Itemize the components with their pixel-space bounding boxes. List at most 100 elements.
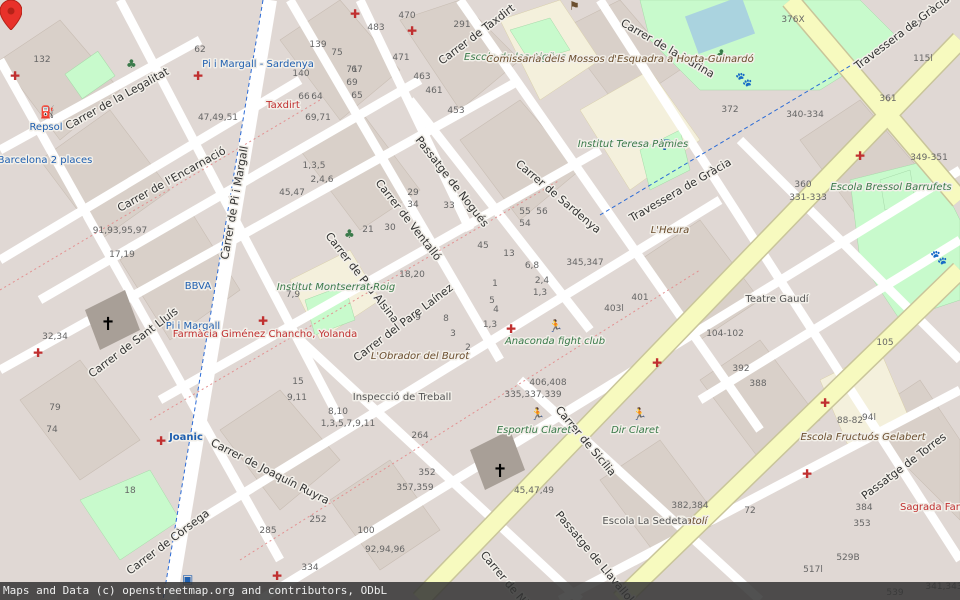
poi-label-sagrada-familia: Sagrada Família bbox=[900, 501, 960, 513]
house-number: 345,347 bbox=[566, 258, 603, 268]
house-number: 5 bbox=[489, 296, 495, 306]
pharmacy-icon: ✚ bbox=[193, 69, 203, 83]
location-marker[interactable] bbox=[0, 0, 22, 30]
house-number: 470 bbox=[398, 11, 415, 21]
house-number: 65 bbox=[351, 91, 362, 101]
pharmacy-icon: ✚ bbox=[802, 467, 812, 481]
house-number: 403l bbox=[604, 304, 624, 314]
fitness-icon: 🏃 bbox=[548, 319, 563, 333]
house-number: 382,384 bbox=[671, 501, 708, 511]
house-number: 376X bbox=[781, 15, 804, 25]
poi-label-endolla: Endolla Barcelona 2 places bbox=[0, 155, 92, 166]
house-number: 1,3,5,7,9,11 bbox=[321, 419, 375, 429]
house-number: 74 bbox=[46, 425, 58, 435]
house-number: 15 bbox=[292, 377, 303, 387]
police-icon: ⚑ bbox=[569, 0, 580, 13]
house-number: 18 bbox=[124, 486, 136, 496]
house-number: 2 bbox=[465, 343, 471, 353]
house-number: 72 bbox=[744, 506, 755, 516]
house-number: 2,4,6 bbox=[311, 175, 334, 185]
house-number: 64 bbox=[311, 92, 323, 102]
poi-label-inspeccio-treball: Inspecció de Treball bbox=[353, 391, 451, 403]
svg-text:✝: ✝ bbox=[100, 314, 115, 335]
map-layer[interactable]: ✝ ✝ ✚ ✚ ✚ ✚ ✚ ✚ ✚ ✚ ✚ ✚ ✚ ✚ ✚ ♣ ♣ ♣ 🐾 🐾 … bbox=[0, 0, 960, 600]
house-number: 21 bbox=[362, 225, 373, 235]
house-number: 33 bbox=[443, 201, 454, 211]
poi-label-comissaria: Comissaria dels Mossos d'Esquadra a Hort… bbox=[486, 53, 754, 65]
house-number: 252 bbox=[309, 515, 326, 525]
house-number: 54 bbox=[519, 219, 531, 229]
house-number: 34 bbox=[407, 200, 419, 210]
house-number: 3 bbox=[450, 329, 456, 339]
house-number: 406,408 bbox=[529, 378, 566, 388]
pharmacy-icon: ✚ bbox=[855, 149, 865, 163]
house-number: 1 bbox=[492, 279, 498, 289]
house-number: 18,20 bbox=[399, 270, 425, 280]
house-number: 483 bbox=[367, 23, 384, 33]
house-number: 357,359 bbox=[396, 483, 433, 493]
house-number: 66 bbox=[298, 92, 310, 102]
house-number: 4 bbox=[493, 305, 499, 315]
house-number: 47,49,51 bbox=[198, 113, 238, 123]
house-number: 461 bbox=[425, 86, 442, 96]
poi-label-lheura: L'Heura bbox=[651, 225, 690, 236]
house-number: 67 bbox=[351, 65, 362, 75]
poi-label-taxdirt: Taxdirt bbox=[265, 100, 300, 111]
house-number: 361 bbox=[879, 94, 896, 104]
house-number: 463 bbox=[413, 72, 430, 82]
house-number: 471 bbox=[392, 53, 409, 63]
poi-label-bbva: BBVA bbox=[185, 281, 212, 292]
pharmacy-icon: ✚ bbox=[10, 69, 20, 83]
house-number: 75 bbox=[331, 48, 342, 58]
house-number: 37 bbox=[911, 20, 922, 30]
house-number: 92,94,96 bbox=[365, 545, 405, 555]
house-number: 100 bbox=[357, 526, 374, 536]
svg-text:✝: ✝ bbox=[492, 461, 507, 482]
house-number: 115l bbox=[913, 54, 933, 64]
poi-label-repsol: Repsol bbox=[29, 122, 62, 133]
pharmacy-icon: ✚ bbox=[506, 322, 516, 336]
pharmacy-icon: ✚ bbox=[350, 7, 360, 21]
map-canvas[interactable]: ✝ ✝ ✚ ✚ ✚ ✚ ✚ ✚ ✚ ✚ ✚ ✚ ✚ ✚ ✚ ♣ ♣ ♣ 🐾 🐾 … bbox=[0, 0, 960, 600]
pharmacy-icon: ✚ bbox=[33, 346, 43, 360]
house-number: 291 bbox=[453, 20, 470, 30]
house-number: 360 bbox=[794, 180, 811, 190]
house-number: 7,9 bbox=[286, 290, 301, 300]
house-number: 69 bbox=[346, 78, 358, 88]
house-number: 56 bbox=[536, 207, 548, 217]
poi-label-escola-sedeta: Escola La Sedeta bbox=[602, 516, 687, 527]
house-number: 139 bbox=[309, 40, 326, 50]
house-number: 62 bbox=[194, 45, 205, 55]
poi-label-obrador-burot: L'Obrador del Burot bbox=[371, 351, 470, 362]
poi-label-joanic: Joanic bbox=[168, 432, 203, 443]
map-attribution: Maps and Data (c) openstreetmap.org and … bbox=[0, 582, 960, 600]
house-number: 132 bbox=[33, 55, 50, 65]
house-number: 9 bbox=[415, 313, 421, 323]
pharmacy-icon: ✚ bbox=[272, 569, 282, 583]
poi-label-anaconda: Anaconda fight club bbox=[504, 336, 605, 347]
house-number: 13 bbox=[503, 249, 514, 259]
house-number: 392 bbox=[732, 364, 749, 374]
house-number: 264 bbox=[411, 431, 428, 441]
poi-label-teatre-gaudi: Teatre Gaudí bbox=[744, 293, 809, 305]
house-number: 69,71 bbox=[305, 113, 331, 123]
house-number: 334 bbox=[301, 563, 318, 573]
house-number: 79 bbox=[49, 403, 61, 413]
house-number: 335,337,339 bbox=[504, 390, 562, 400]
house-number: 91,93,95,97 bbox=[93, 226, 147, 236]
poi-label-barrufets: Escola Bressol Barrufets bbox=[830, 182, 951, 193]
house-number: 340-334 bbox=[786, 110, 824, 120]
pharmacy-icon: ✚ bbox=[652, 356, 662, 370]
house-number: 32,34 bbox=[42, 332, 68, 342]
house-number: 140 bbox=[292, 69, 309, 79]
house-number: 352 bbox=[418, 468, 435, 478]
pharmacy-icon: ✚ bbox=[407, 24, 417, 38]
house-number: 372 bbox=[721, 105, 738, 115]
fitness-icon: 🏃 bbox=[530, 407, 545, 421]
house-number: 517l bbox=[803, 565, 823, 575]
house-number: 8,10 bbox=[328, 407, 348, 417]
house-number: 45,47,49 bbox=[514, 486, 554, 496]
dog-park-icon: 🐾 bbox=[930, 250, 947, 266]
house-number: 401 bbox=[631, 293, 648, 303]
house-number: 8 bbox=[443, 314, 449, 324]
